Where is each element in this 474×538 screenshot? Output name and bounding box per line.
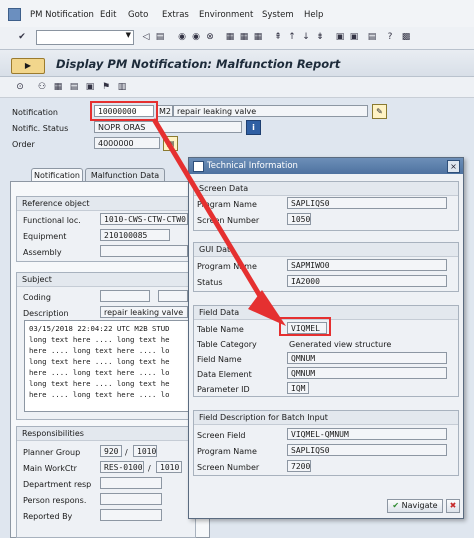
arrow-shaft <box>152 118 269 309</box>
arrow-head <box>248 290 286 326</box>
annotation-arrow <box>152 118 286 326</box>
